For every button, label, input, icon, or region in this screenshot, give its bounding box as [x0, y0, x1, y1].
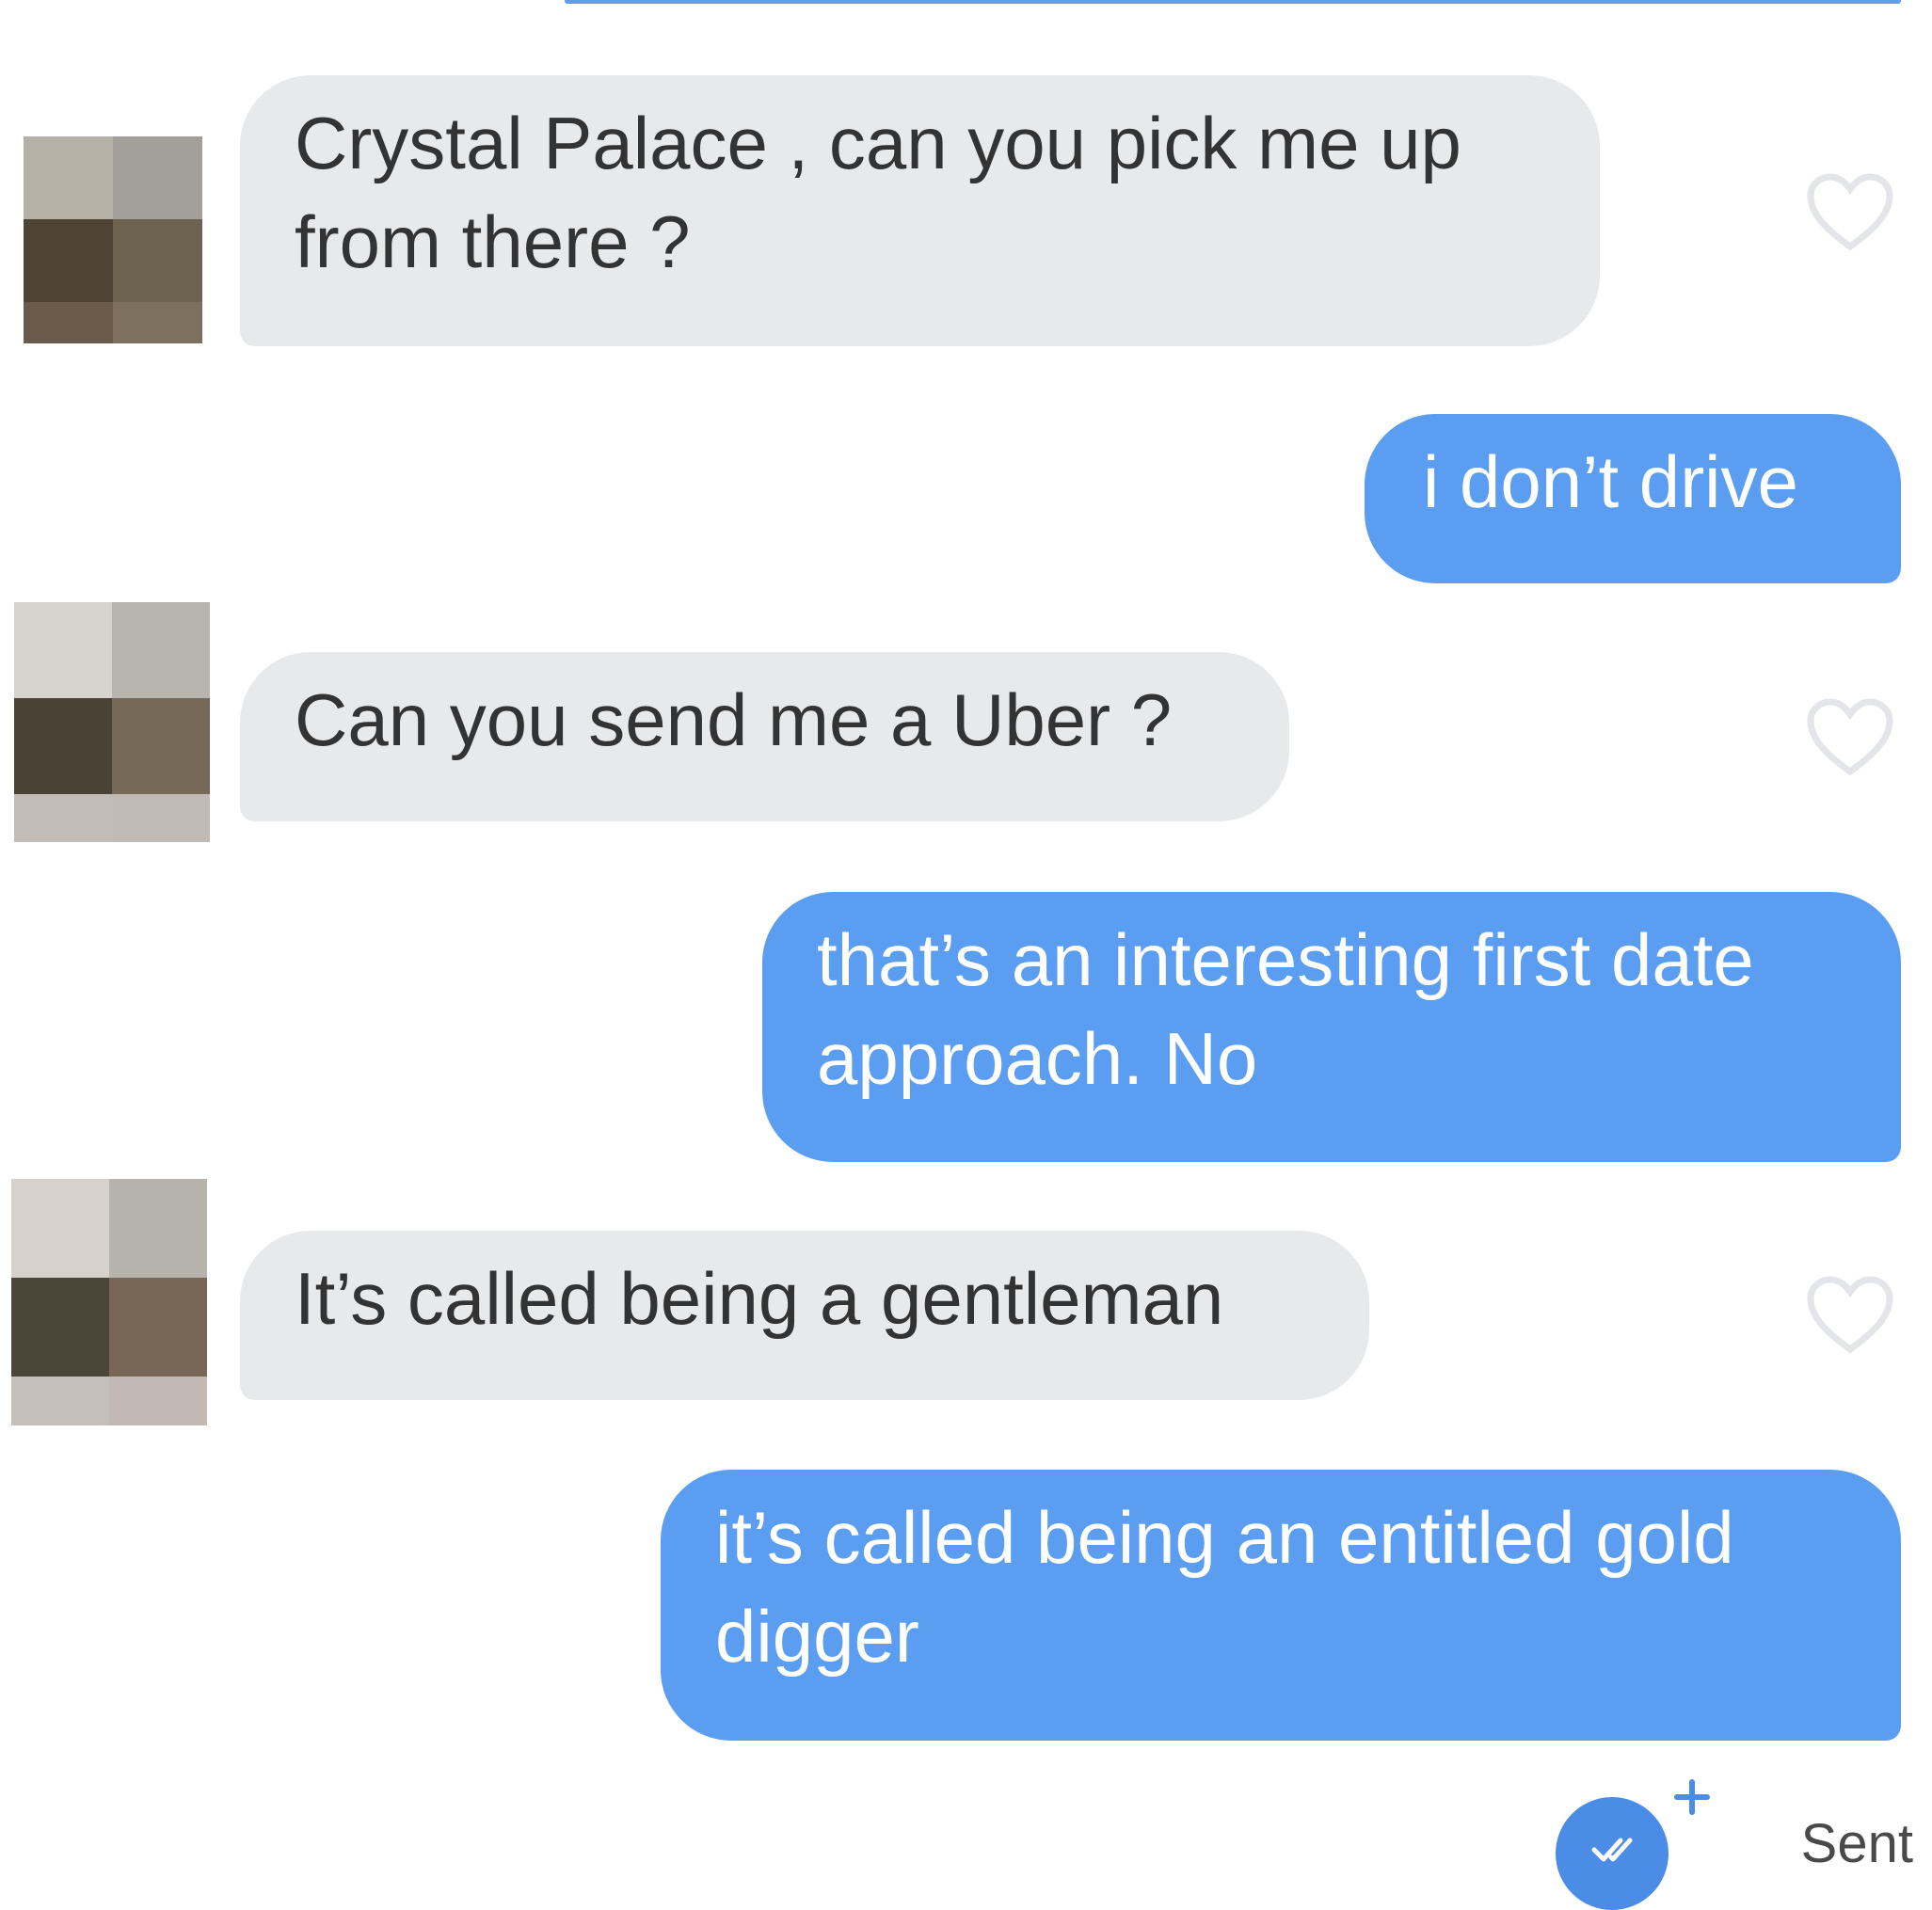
message-bubble-sent[interactable]: it’s called being an entitled gold digge…	[661, 1470, 1901, 1741]
message-bubble-received[interactable]: Can you send me a Uber ?	[240, 652, 1289, 821]
sent-status-label: Sent	[1800, 1813, 1913, 1874]
double-check-icon	[1591, 1838, 1633, 1862]
message-bubble-sent[interactable]: i don’t drive	[1365, 414, 1901, 583]
heart-outline-icon[interactable]	[1805, 696, 1895, 779]
top-divider	[565, 0, 1901, 4]
heart-outline-icon[interactable]	[1805, 171, 1895, 254]
message-bubble-received[interactable]: It’s called being a gentleman	[240, 1231, 1369, 1400]
message-bubble-received[interactable]: Crystal Palace , can you pick me up from…	[240, 75, 1600, 346]
read-badge	[1556, 1797, 1669, 1910]
avatar[interactable]	[11, 1179, 207, 1425]
avatar[interactable]	[24, 136, 202, 343]
message-bubble-sent[interactable]: that’s an interesting first date approac…	[762, 892, 1901, 1162]
avatar[interactable]	[14, 602, 210, 842]
heart-outline-icon[interactable]	[1805, 1274, 1895, 1357]
plus-icon[interactable]	[1673, 1778, 1711, 1816]
message-status: Sent	[1556, 1778, 1913, 1910]
